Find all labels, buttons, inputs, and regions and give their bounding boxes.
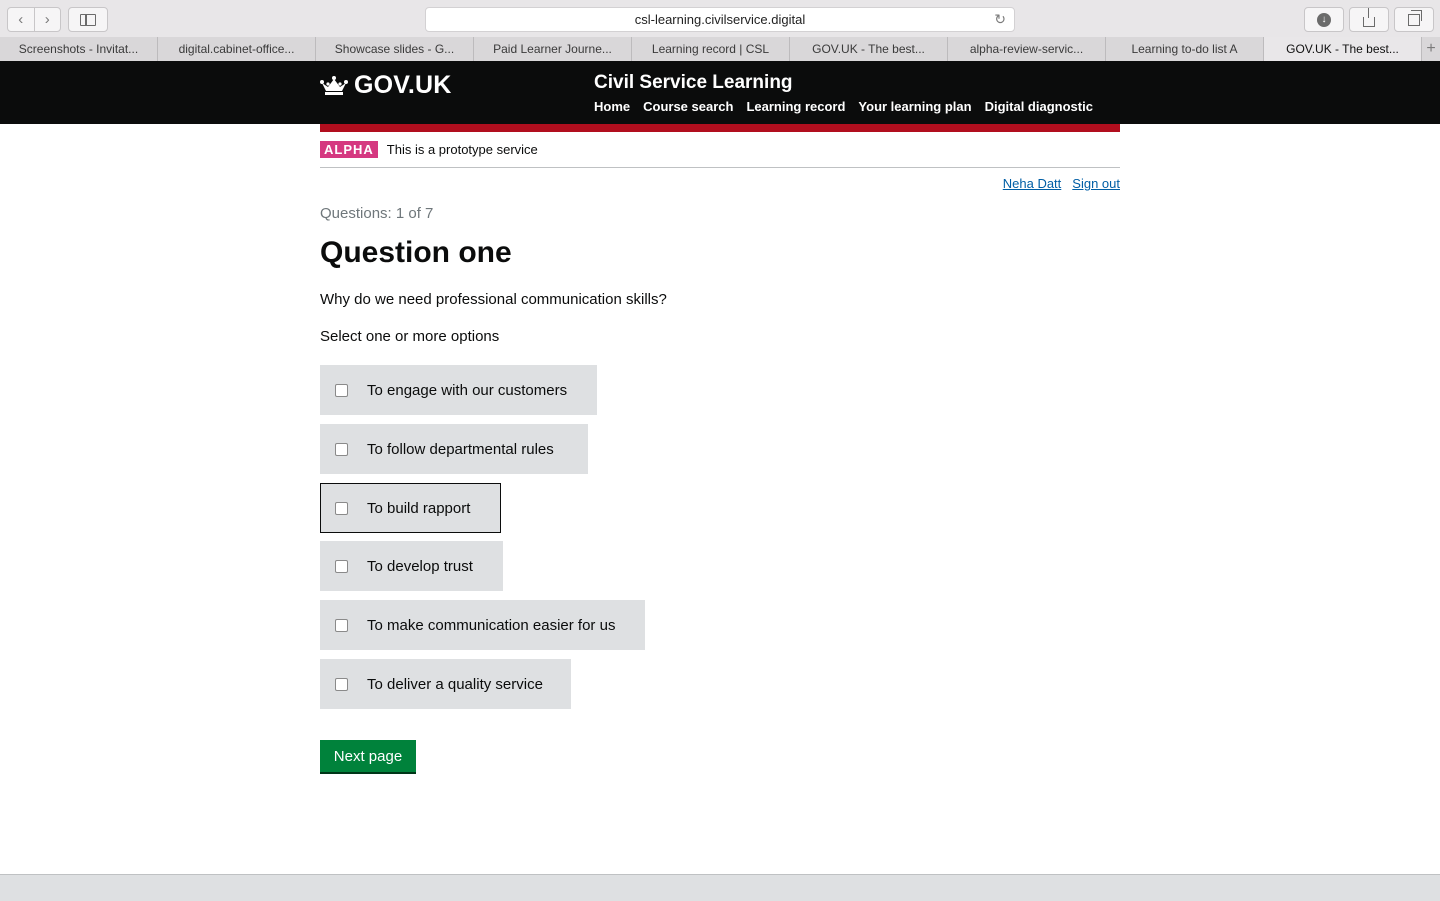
option-label: To develop trust [367, 557, 473, 575]
downloads-button[interactable]: ↓ [1304, 7, 1344, 32]
phase-tag: ALPHA [320, 141, 378, 158]
question-text: Why do we need professional communicatio… [320, 291, 667, 308]
service-name[interactable]: Civil Service Learning [594, 72, 793, 94]
tab-strip: Screenshots - Invitat... digital.cabinet… [0, 37, 1440, 62]
option-label: To build rapport [367, 499, 471, 517]
browser-tab-label: alpha-review-servic... [969, 42, 1084, 56]
nav-course-search[interactable]: Course search [643, 99, 733, 114]
nav-learning-plan[interactable]: Your learning plan [858, 99, 971, 114]
option-communication-easier[interactable]: To make communication easier for us [320, 600, 645, 650]
phase-text: This is a prototype service [386, 142, 538, 157]
sign-out-link[interactable]: Sign out [1072, 176, 1120, 191]
checkbox[interactable] [335, 559, 348, 573]
main-nav: Home Course search Learning record Your … [594, 99, 1093, 114]
browser-tab-label: digital.cabinet-office... [178, 42, 295, 56]
page-title: Question one [320, 236, 512, 269]
option-label: To follow departmental rules [367, 440, 554, 458]
checkbox[interactable] [335, 618, 348, 632]
browser-tab-label: Showcase slides - G... [334, 42, 455, 56]
forward-arrow-icon[interactable]: › [33, 8, 61, 31]
tab-overview-icon [1408, 9, 1422, 26]
user-links: Neha Datt Sign out [1003, 176, 1120, 191]
option-label: To make communication easier for us [367, 616, 616, 634]
option-engage-customers[interactable]: To engage with our customers [320, 365, 597, 415]
back-arrow-icon[interactable]: ‹ [8, 8, 34, 31]
browser-tab-label: GOV.UK - The best... [812, 42, 925, 56]
checkbox[interactable] [335, 677, 348, 691]
browser-toolbar: ‹ › csl-learning.civilservice.digital ↻ … [0, 0, 1440, 38]
browser-tab[interactable]: digital.cabinet-office... [158, 37, 316, 61]
browser-tab-active[interactable]: GOV.UK - The best... [1264, 37, 1422, 61]
question-hint: Select one or more options [320, 328, 500, 345]
address-bar[interactable]: csl-learning.civilservice.digital ↻ [425, 7, 1015, 32]
browser-tab[interactable]: GOV.UK - The best... [790, 37, 948, 61]
option-quality-service[interactable]: To deliver a quality service [320, 659, 571, 709]
plus-icon[interactable]: + [1422, 37, 1440, 61]
browser-tab-label: GOV.UK - The best... [1286, 42, 1399, 56]
browser-tab[interactable]: Paid Learner Journe... [474, 37, 632, 61]
nav-home[interactable]: Home [594, 99, 630, 114]
nav-digital-diagnostic[interactable]: Digital diagnostic [985, 99, 1093, 114]
option-label: To engage with our customers [367, 381, 568, 399]
tab-overview-button[interactable] [1394, 7, 1434, 32]
share-button[interactable] [1349, 7, 1389, 32]
reload-icon[interactable]: ↻ [994, 11, 1006, 28]
share-icon [1363, 7, 1375, 27]
history-buttons: ‹ › [7, 7, 61, 32]
checkbox[interactable] [335, 383, 348, 397]
sidebar-icon [80, 13, 96, 26]
browser-tab-label: Paid Learner Journe... [493, 42, 612, 56]
browser-tab[interactable]: Learning to-do list A [1106, 37, 1264, 61]
option-follow-rules[interactable]: To follow departmental rules [320, 424, 588, 474]
option-label: To deliver a quality service [367, 675, 543, 693]
phase-banner: ALPHA This is a prototype service [320, 141, 538, 158]
user-name-link[interactable]: Neha Datt [1003, 176, 1062, 191]
browser-tab[interactable]: alpha-review-servic... [948, 37, 1106, 61]
divider [320, 167, 1120, 168]
govuk-header: GOV.UK Civil Service Learning Home Cours… [0, 61, 1440, 124]
govuk-logo-link[interactable]: GOV.UK [320, 71, 452, 100]
header-accent-bar [320, 124, 1120, 132]
checkbox[interactable] [335, 442, 348, 456]
crown-icon [320, 75, 348, 95]
option-build-rapport[interactable]: To build rapport [320, 483, 501, 533]
browser-tab-label: Screenshots - Invitat... [18, 42, 139, 56]
browser-tab-label: Learning record | CSL [651, 42, 770, 56]
download-icon: ↓ [1317, 12, 1331, 27]
option-develop-trust[interactable]: To develop trust [320, 541, 503, 591]
next-page-button[interactable]: Next page [320, 740, 416, 772]
question-progress: Questions: 1 of 7 [320, 205, 434, 222]
browser-tab[interactable]: Showcase slides - G... [316, 37, 474, 61]
checkbox[interactable] [335, 501, 348, 515]
footer [0, 874, 1440, 901]
browser-tab[interactable]: Screenshots - Invitat... [0, 37, 158, 61]
logo-text: GOV.UK [354, 71, 452, 99]
browser-tab-label: Learning to-do list A [1131, 42, 1238, 56]
url-text: csl-learning.civilservice.digital [634, 12, 806, 27]
nav-learning-record[interactable]: Learning record [746, 99, 845, 114]
sidebar-toggle-button[interactable] [68, 7, 108, 32]
browser-tab[interactable]: Learning record | CSL [632, 37, 790, 61]
